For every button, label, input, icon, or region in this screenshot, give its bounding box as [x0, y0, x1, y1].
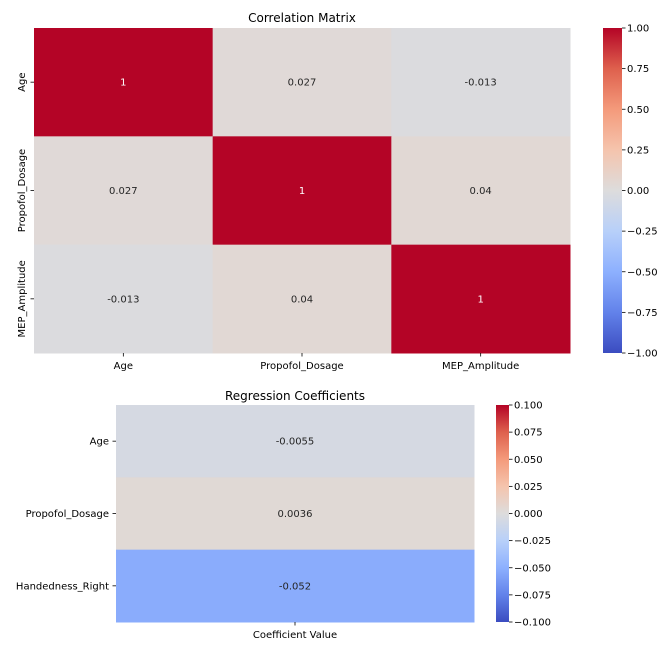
- y-tick-label: Propofol_Dosage: [17, 149, 28, 232]
- colorbar-tick-label: −0.25: [627, 227, 658, 238]
- cell-annotation: -0.0055: [276, 437, 315, 448]
- y-tick-label: MEP_Amplitude: [17, 260, 28, 337]
- x-tick-label: Propofol_Dosage: [260, 361, 343, 372]
- colorbar-gradient: [603, 28, 622, 353]
- colorbar-tick-label: 0.25: [627, 145, 649, 156]
- cell-annotation: 0.027: [288, 78, 317, 89]
- colorbar-tick-label: −0.100: [514, 618, 551, 629]
- colorbar-tick-label: 0.025: [514, 482, 543, 493]
- cell-annotation: 1: [299, 186, 305, 197]
- colorbar-tick-label: 0.50: [627, 105, 649, 116]
- heatmap-cells: 1 0.027 -0.013 0.027 1 0.04 -0.013 0.04 1: [34, 28, 571, 354]
- chart-title: Regression Coefficients: [225, 389, 365, 403]
- y-tick-label: Age: [90, 437, 109, 448]
- cell-annotation: 0.04: [470, 186, 492, 197]
- y-tick-label: Age: [17, 72, 28, 91]
- colorbar-tick-label: −0.050: [514, 563, 551, 574]
- colorbar-tick-label: −0.025: [514, 536, 551, 547]
- colorbar-tick-label: −0.75: [627, 308, 658, 319]
- figure: Correlation Matrix 1 0.027 -0.013 0.027 1 0.0…: [16, 11, 658, 641]
- x-tick-label: MEP_Amplitude: [442, 361, 519, 372]
- cell-annotation: 0.027: [109, 186, 138, 197]
- colorbar-tick-label: −0.075: [514, 590, 551, 601]
- cell-annotation: 0.0036: [278, 509, 313, 520]
- colorbar-tick-label: −0.50: [627, 267, 658, 278]
- y-axis: Age Propofol_Dosage Handedness_Right: [16, 437, 116, 592]
- x-axis: Age Propofol_Dosage MEP_Amplitude: [114, 353, 519, 372]
- colorbar: 0.100 0.075 0.050 0.025 0.000 −0.025 −0.050 −0.…: [496, 401, 551, 629]
- colorbar-tick-label: 0.75: [627, 64, 649, 75]
- chart-title: Correlation Matrix: [248, 11, 356, 25]
- cell-annotation: -0.052: [279, 581, 311, 592]
- x-axis: Coefficient Value: [253, 622, 337, 641]
- colorbar-gradient: [496, 405, 509, 622]
- cell-annotation: 1: [477, 294, 483, 305]
- colorbar: 1.00 0.75 0.50 0.25 0.00 −0.25 −0.50 −0.75 −1.00: [603, 24, 658, 360]
- colorbar-tick-label: 0.075: [514, 428, 543, 439]
- y-axis: Age Propofol_Dosage MEP_Amplitude: [17, 72, 34, 337]
- colorbar-tick-label: 0.050: [514, 455, 543, 466]
- x-tick-label: Age: [114, 361, 133, 372]
- correlation-matrix-chart: Correlation Matrix 1 0.027 -0.013 0.027 1 0.0…: [17, 11, 658, 372]
- heatmap-cells: -0.0055 0.0036 -0.052: [116, 405, 475, 623]
- cell-annotation: -0.013: [465, 78, 497, 89]
- regression-coefficients-chart: Regression Coefficients -0.00550.0036-0.…: [16, 389, 551, 641]
- cell-annotation: 0.04: [291, 294, 313, 305]
- cell-annotation: 1: [120, 78, 126, 89]
- cell-annotation: -0.013: [107, 294, 139, 305]
- colorbar-tick-label: 0.000: [514, 509, 543, 520]
- y-tick-label: Propofol_Dosage: [26, 509, 109, 520]
- colorbar-tick-label: 0.100: [514, 401, 543, 412]
- y-tick-label: Handedness_Right: [16, 581, 109, 592]
- x-tick-label: Coefficient Value: [253, 630, 337, 641]
- colorbar-tick-label: 0.00: [627, 186, 649, 197]
- colorbar-tick-label: −1.00: [627, 349, 658, 360]
- colorbar-tick-label: 1.00: [627, 24, 649, 35]
